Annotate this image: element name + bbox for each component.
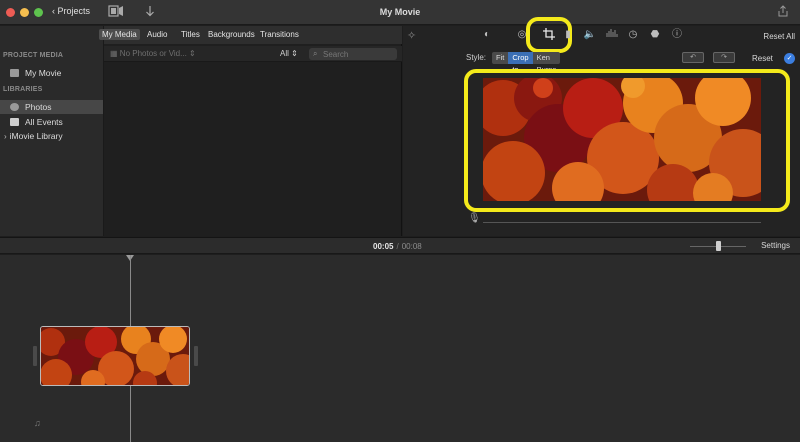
timecode: 00:05/00:08 — [373, 242, 422, 251]
window-title: My Movie — [379, 7, 421, 17]
filter-icon[interactable]: ⬣ — [648, 28, 662, 42]
current-time: 00:05 — [373, 242, 394, 251]
browser-tabs: My Media Audio Titles Backgrounds Transi… — [99, 26, 402, 44]
magic-wand-icon[interactable]: ✧ — [407, 29, 416, 42]
filter-bar: ▦ No Photos or Vid... ⇕ All ⇕ ⌕ — [104, 46, 402, 62]
reset-all-button[interactable]: Reset All — [763, 32, 795, 41]
microphone-icon[interactable]: 🎙 — [468, 213, 481, 224]
timeline[interactable]: ♫ — [0, 255, 800, 442]
style-crop-to-fill-button[interactable]: Crop to Fill — [508, 52, 533, 86]
speed-icon[interactable]: ◷ — [626, 28, 640, 42]
search-field[interactable]: ⌕ — [309, 48, 397, 60]
search-input[interactable] — [323, 49, 393, 59]
zoom-slider-knob[interactable] — [716, 241, 721, 251]
stabilization-icon[interactable]: ▮ — [561, 28, 575, 42]
libraries-heading: LIBRARIES — [3, 86, 43, 93]
tab-transitions[interactable]: Transitions — [258, 30, 301, 39]
style-segmented-control: Fit Crop to Fill Ken Burns — [492, 52, 561, 86]
rotate-left-button[interactable]: ↶ — [682, 52, 704, 63]
total-time: 00:08 — [401, 242, 422, 251]
tab-audio[interactable]: Audio — [145, 30, 169, 39]
viewer: ✧ Reset All ◐ ◎ ▮ 🔈 ◷ ⬣ ⓘ Style: Fit Cro… — [403, 17, 800, 236]
color-balance-icon[interactable]: ◐ — [480, 28, 494, 42]
viewer-highlight-frame — [464, 69, 790, 212]
all-clips-select[interactable]: All ⇕ — [280, 49, 298, 58]
checkmark-icon[interactable]: ✓ — [784, 53, 795, 64]
time-separator: / — [396, 242, 399, 251]
sidebar: PROJECT MEDIA My Movie LIBRARIES Photos … — [0, 26, 104, 236]
reset-button[interactable]: Reset — [752, 54, 773, 63]
volume-icon[interactable]: 🔈 — [583, 28, 597, 42]
sidebar-item-all-events[interactable]: All Events — [0, 115, 103, 129]
star-icon — [10, 118, 19, 126]
clip-right-handle[interactable] — [194, 346, 198, 366]
photos-icon — [10, 103, 19, 111]
sidebar-item-photos[interactable]: Photos — [0, 100, 103, 114]
style-fit-button[interactable]: Fit — [492, 52, 508, 64]
stepper-icon: ⇕ — [189, 49, 196, 58]
timeline-header: 00:05/00:08 Settings — [0, 237, 800, 254]
title-bar: ‹ Projects My Movie — [0, 0, 800, 25]
viewer-scrubber[interactable] — [483, 222, 761, 223]
style-ken-burns-button[interactable]: Ken Burns — [533, 52, 561, 74]
rotate-right-button[interactable]: ↷ — [713, 52, 735, 63]
music-note-icon: ♫ — [34, 418, 41, 428]
stepper-icon: ⇕ — [291, 49, 298, 58]
timeline-settings-button[interactable]: Settings — [761, 241, 790, 250]
share-icon[interactable] — [778, 5, 788, 20]
movie-icon — [10, 69, 19, 77]
noise-reduction-icon[interactable] — [605, 28, 619, 42]
info-icon[interactable]: ⓘ — [670, 28, 684, 42]
project-media-heading: PROJECT MEDIA — [3, 52, 64, 59]
tab-titles[interactable]: Titles — [179, 30, 202, 39]
chevron-right-icon[interactable]: › — [4, 132, 7, 141]
media-browser: My Media Audio Titles Backgrounds Transi… — [99, 26, 402, 236]
tab-my-media[interactable]: My Media — [99, 29, 140, 40]
sidebar-item-my-movie[interactable]: My Movie — [0, 66, 103, 80]
clip-left-handle[interactable] — [33, 346, 37, 366]
sidebar-item-imovie-library[interactable]: › iMovie Library — [0, 129, 103, 143]
grid-icon: ▦ — [110, 49, 118, 58]
media-filter-select[interactable]: ▦ No Photos or Vid... ⇕ — [110, 49, 196, 58]
style-label: Style: — [466, 53, 487, 62]
tab-backgrounds[interactable]: Backgrounds — [206, 30, 257, 39]
search-icon: ⌕ — [313, 49, 318, 58]
timeline-clip[interactable] — [40, 326, 190, 386]
